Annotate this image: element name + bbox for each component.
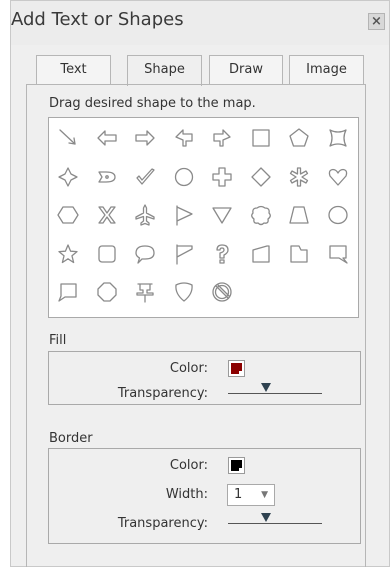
border-width-value: 1 bbox=[234, 487, 243, 502]
pentagon-icon[interactable] bbox=[282, 121, 316, 155]
slider-thumb[interactable] bbox=[260, 383, 271, 392]
fill-transparency-label: Transparency: bbox=[117, 386, 208, 401]
color-dropdown-indicator bbox=[239, 371, 244, 376]
arrow-left-icon[interactable] bbox=[90, 121, 124, 155]
shield-icon[interactable] bbox=[167, 275, 201, 309]
arrow-up-right-icon[interactable] bbox=[205, 121, 239, 155]
border-width-label: Width: bbox=[165, 487, 208, 502]
four-point-star-icon[interactable] bbox=[51, 160, 85, 194]
slider-track bbox=[228, 393, 322, 394]
tab-text[interactable]: Text bbox=[36, 55, 111, 84]
arrow-right-icon[interactable] bbox=[128, 121, 162, 155]
tab-image[interactable]: Image bbox=[289, 55, 364, 84]
slider-thumb[interactable] bbox=[260, 513, 271, 522]
border-transparency-slider[interactable] bbox=[228, 507, 322, 527]
title-bar[interactable]: Add Text or Shapes × bbox=[11, 1, 389, 45]
instruction-text: Drag desired shape to the map. bbox=[49, 96, 256, 111]
border-width-select[interactable]: 1 ▼ bbox=[227, 484, 275, 506]
border-transparency-label: Transparency: bbox=[117, 516, 208, 531]
speech-bubble-icon[interactable] bbox=[128, 237, 162, 271]
arrow-up-left-icon[interactable] bbox=[167, 121, 201, 155]
triangle-down-icon[interactable] bbox=[205, 198, 239, 232]
fill-color-label: Color: bbox=[169, 361, 208, 376]
x-shape-icon[interactable] bbox=[90, 198, 124, 232]
tab-shape[interactable]: Shape bbox=[127, 55, 202, 86]
airplane-icon[interactable] bbox=[128, 198, 162, 232]
tab-draw[interactable]: Draw bbox=[209, 55, 283, 84]
parallelogram-right-icon[interactable] bbox=[244, 237, 278, 271]
callout-square-icon[interactable] bbox=[321, 237, 355, 271]
close-button[interactable]: × bbox=[368, 13, 385, 30]
flag-pennant-icon[interactable] bbox=[167, 198, 201, 232]
diamond-icon[interactable] bbox=[244, 160, 278, 194]
border-section-label: Border bbox=[49, 431, 93, 446]
trapezoid-icon[interactable] bbox=[282, 198, 316, 232]
rectangle-icon[interactable] bbox=[244, 121, 278, 155]
no-symbol-icon[interactable] bbox=[205, 275, 239, 309]
concave-square-icon[interactable] bbox=[321, 121, 355, 155]
callout-left-icon[interactable] bbox=[51, 275, 85, 309]
push-pin-icon[interactable] bbox=[128, 275, 162, 309]
slider-track bbox=[228, 523, 322, 524]
border-color-label: Color: bbox=[169, 458, 208, 473]
cross-icon[interactable] bbox=[205, 160, 239, 194]
asterisk-icon[interactable] bbox=[282, 160, 316, 194]
line-arrow-icon[interactable] bbox=[51, 121, 85, 155]
shape-palette bbox=[48, 117, 359, 318]
border-color-picker[interactable] bbox=[228, 457, 245, 474]
circle-icon[interactable] bbox=[167, 160, 201, 194]
cloud-icon[interactable] bbox=[244, 198, 278, 232]
rounded-square-icon[interactable] bbox=[90, 237, 124, 271]
star-icon[interactable] bbox=[51, 237, 85, 271]
tab-bar: Text Shape Draw Image bbox=[0, 55, 390, 86]
question-mark-icon[interactable] bbox=[205, 237, 239, 271]
fill-transparency-slider[interactable] bbox=[228, 377, 322, 397]
fill-color-picker[interactable] bbox=[228, 360, 245, 377]
ellipse-icon[interactable] bbox=[321, 198, 355, 232]
heart-icon[interactable] bbox=[321, 160, 355, 194]
panel-title: Add Text or Shapes bbox=[11, 9, 184, 30]
hexagon-icon[interactable] bbox=[51, 198, 85, 232]
octagon-icon[interactable] bbox=[90, 275, 124, 309]
tab-shape-icon[interactable] bbox=[282, 237, 316, 271]
chevron-down-icon: ▼ bbox=[261, 490, 268, 500]
checkmark-icon[interactable] bbox=[128, 160, 162, 194]
fill-section-label: Fill bbox=[49, 333, 67, 348]
color-dropdown-indicator bbox=[239, 468, 244, 473]
flag-icon[interactable] bbox=[167, 237, 201, 271]
callout-shape-icon[interactable] bbox=[90, 160, 124, 194]
